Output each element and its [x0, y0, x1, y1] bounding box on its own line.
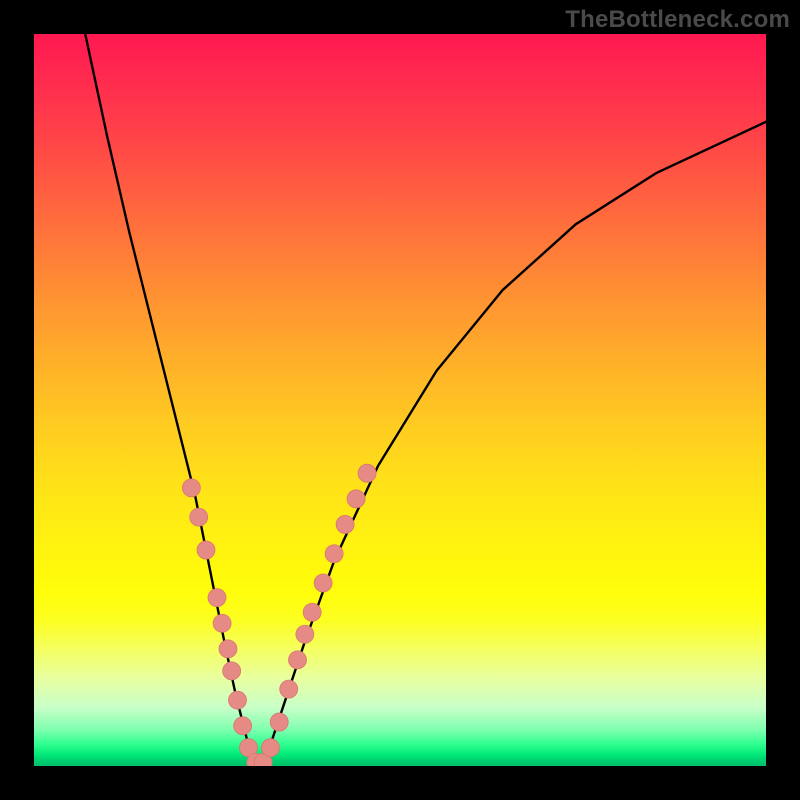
marker-group [182, 464, 376, 766]
data-marker [347, 490, 365, 508]
chart-svg [34, 34, 766, 766]
data-marker [358, 464, 376, 482]
data-marker [219, 640, 237, 658]
data-marker [336, 515, 354, 533]
curve-group [85, 34, 766, 766]
data-marker [208, 589, 226, 607]
data-marker [296, 625, 314, 643]
data-marker [229, 691, 247, 709]
data-marker [213, 614, 231, 632]
data-marker [261, 739, 279, 757]
data-marker [234, 717, 252, 735]
data-marker [303, 603, 321, 621]
bottleneck-curve [85, 34, 766, 766]
chart-frame: TheBottleneck.com [0, 0, 800, 800]
plot-area [34, 34, 766, 766]
data-marker [325, 545, 343, 563]
data-marker [197, 541, 215, 559]
data-marker [182, 479, 200, 497]
data-marker [289, 651, 307, 669]
data-marker [280, 680, 298, 698]
watermark-text: TheBottleneck.com [565, 6, 790, 34]
data-marker [223, 662, 241, 680]
data-marker [270, 713, 288, 731]
data-marker [190, 508, 208, 526]
data-marker [314, 574, 332, 592]
